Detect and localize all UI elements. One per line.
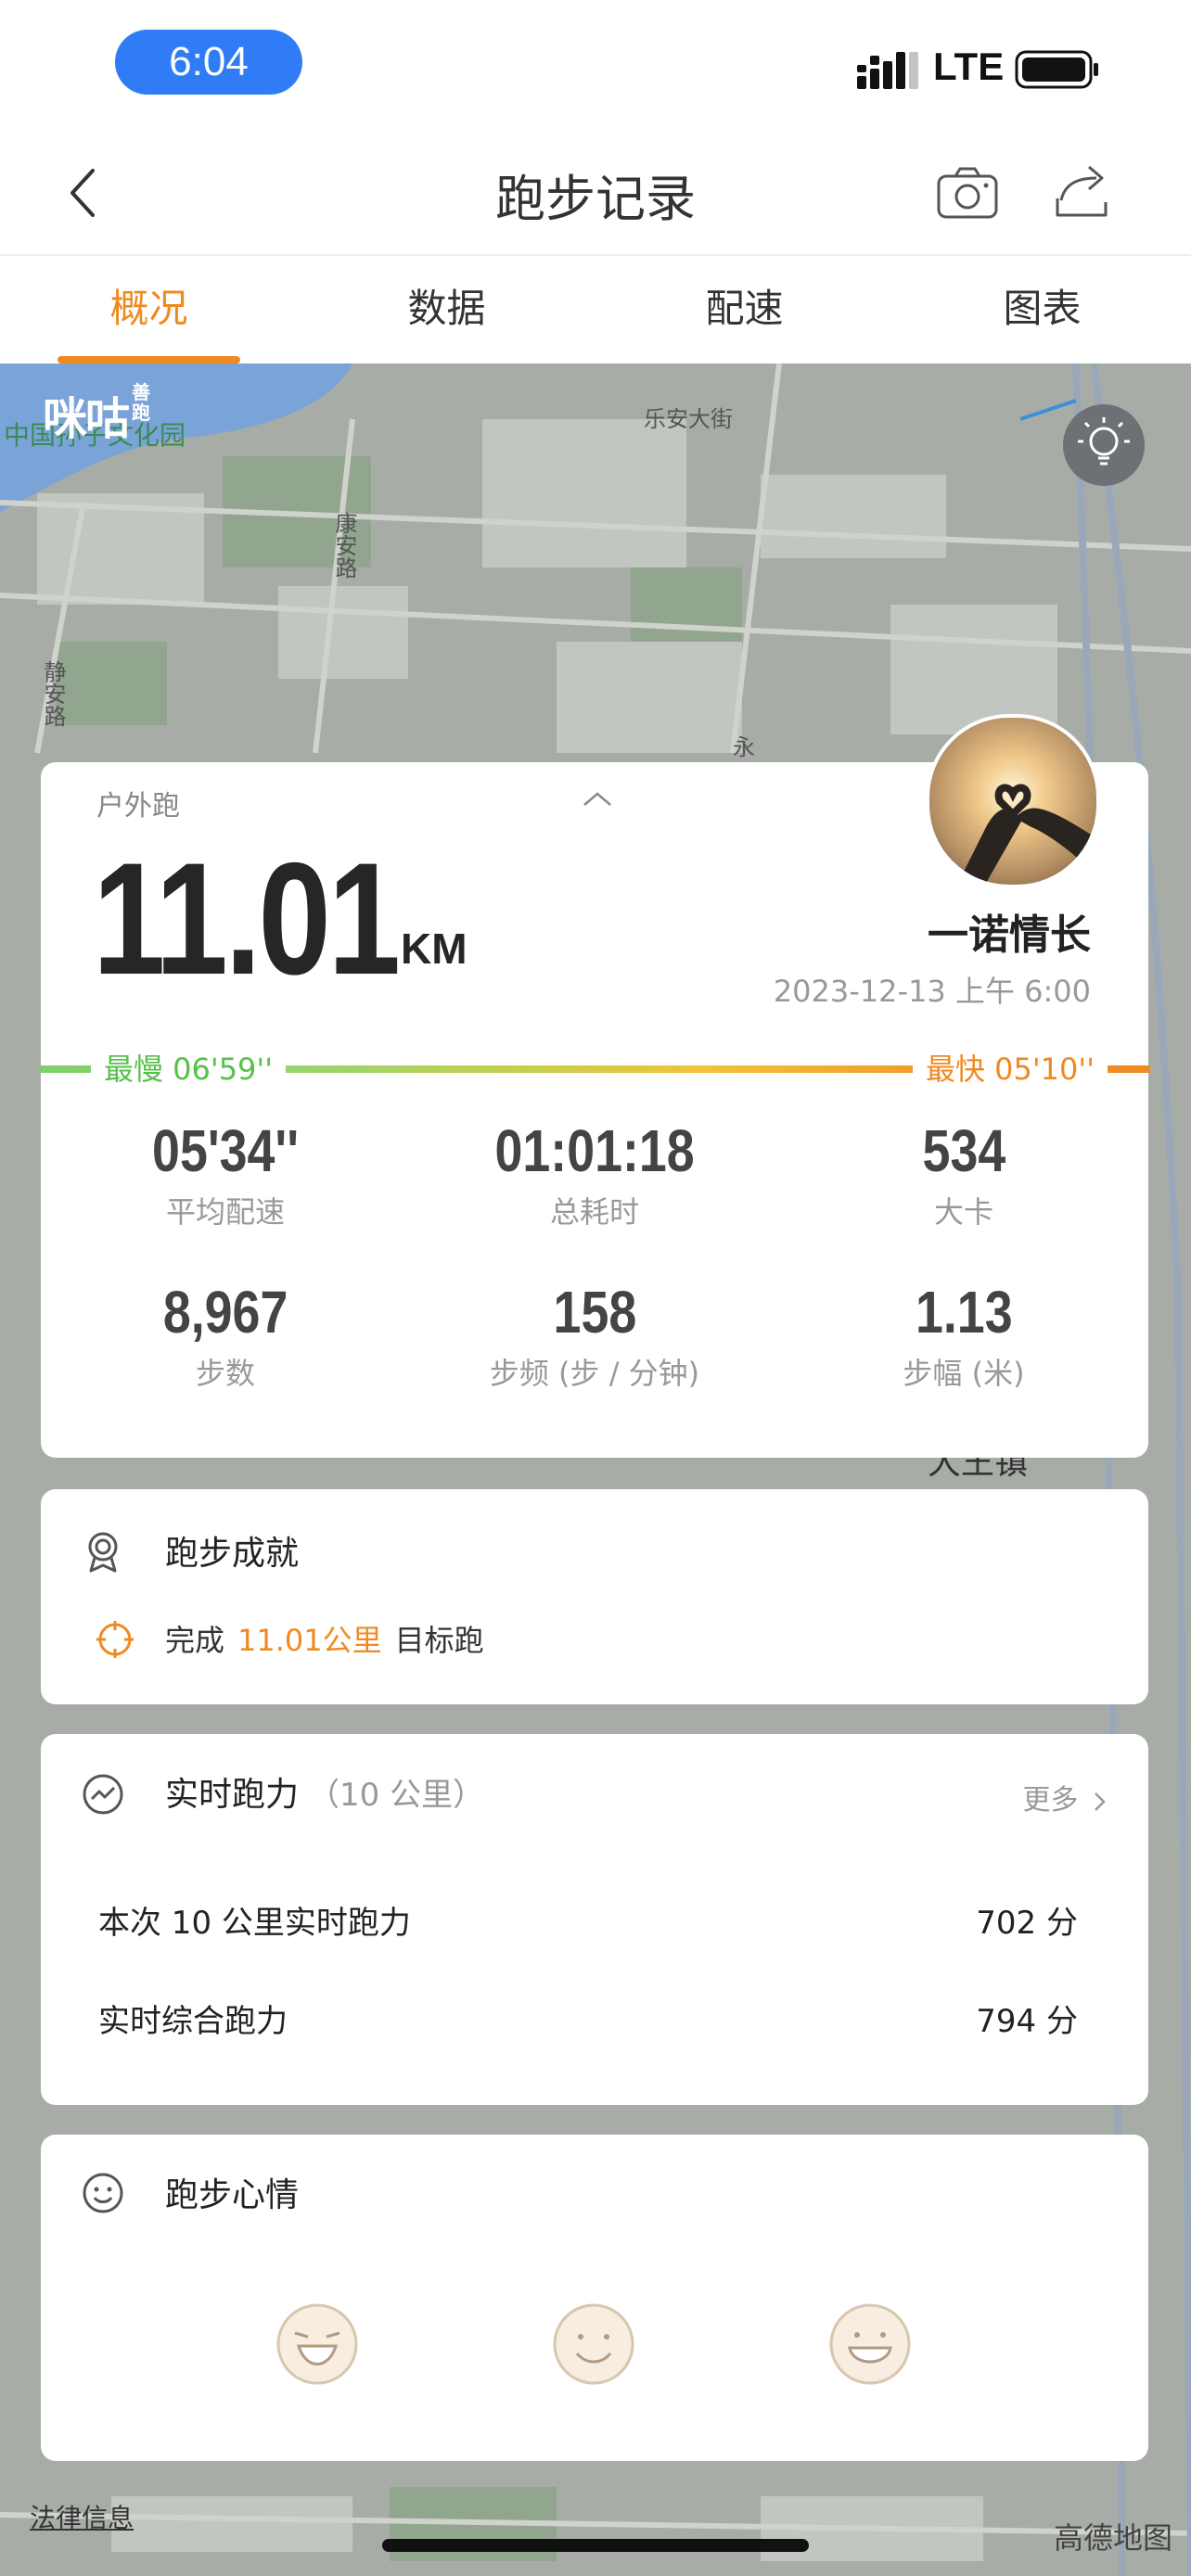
achievement-card[interactable]: 跑步成就 完成 11.01公里 目标跑 [41, 1489, 1148, 1704]
run-datetime: 2023-12-13 上午 6:00 [773, 974, 1091, 1009]
map-provider: 高德地图 [1054, 2520, 1173, 2556]
map-road-label: 乐安大街 [644, 406, 733, 432]
tab-charts[interactable]: 图表 [893, 256, 1191, 363]
medal-icon [88, 1532, 118, 1573]
power-row: 实时综合跑力 794 分 [98, 1996, 1078, 2041]
stat-label: 步数 [195, 1356, 255, 1391]
fastest-pace: 最快 05'10'' [912, 1050, 1108, 1089]
trend-icon [83, 1774, 123, 1815]
tab-pace[interactable]: 配速 [596, 256, 893, 363]
mood-title: 跑步心情 [165, 2176, 300, 2214]
stat-value: 534 [922, 1117, 1005, 1184]
run-type: 户外跑 [96, 790, 180, 823]
power-title: 实时跑力 （10 公里） [165, 1767, 484, 1816]
username: 一诺情长 [928, 912, 1091, 959]
run-summary-card: 户外跑 11.01 KM 一诺情长 2023-12-13 上午 6:00 最慢 … [39, 714, 1150, 1458]
power-subtitle: （10 公里） [308, 1777, 485, 1814]
stat-label: 步频 (步 / 分钟) [489, 1356, 700, 1391]
laughing-emoji-icon[interactable] [275, 2302, 360, 2387]
home-indicator[interactable] [382, 2539, 809, 2552]
migu-logo: 咪咕善跑 [43, 382, 154, 447]
legal-info-link[interactable]: 法律信息 [30, 2498, 134, 2535]
tab-overview[interactable]: 概况 [0, 256, 298, 363]
map-road-label: 静安路 [40, 660, 66, 727]
slowest-pace: 最慢 06'59'' [91, 1050, 287, 1089]
power-row-value: 702 分 [976, 1905, 1078, 1942]
stat-avg-pace: 05'34'' 平均配速 [41, 1116, 410, 1231]
stat-steps: 8,967 步数 [41, 1278, 410, 1393]
battery-icon [1015, 50, 1098, 89]
avatar-image [929, 718, 1096, 885]
status-time: 6:04 [115, 30, 302, 95]
map-road-label: 康安路 [331, 512, 357, 579]
achievement-suffix: 目标跑 [394, 1623, 484, 1658]
achievement-prefix: 完成 [165, 1623, 225, 1658]
network-type: LTE [933, 45, 1005, 88]
stat-value: 01:01:18 [494, 1117, 695, 1184]
distance-value: 11.01 [93, 830, 401, 1008]
smiling-emoji-icon[interactable] [551, 2302, 636, 2387]
more-link[interactable]: 更多 [1022, 1777, 1108, 1817]
share-icon[interactable] [1048, 158, 1113, 223]
stat-label: 大卡 [933, 1194, 993, 1230]
tab-bar: 概况 数据 配速 图表 [0, 256, 1191, 363]
power-title-text: 实时跑力 [165, 1776, 300, 1814]
more-label: 更多 [1022, 1784, 1079, 1817]
nav-bar: 跑步记录 [0, 130, 1191, 256]
avatar[interactable] [926, 714, 1100, 888]
stat-value: 05'34'' [152, 1117, 299, 1184]
map-road-label: 永 [733, 734, 755, 760]
tab-data[interactable]: 数据 [298, 256, 596, 363]
distance-unit: KM [401, 925, 467, 973]
light-toggle-button[interactable] [1063, 404, 1145, 486]
power-row-label: 本次 10 公里实时跑力 [98, 1905, 411, 1942]
grinning-emoji-icon[interactable] [827, 2302, 913, 2387]
logo-subtext: 善跑 [132, 381, 150, 424]
running-mood-card: 跑步心情 [41, 2135, 1148, 2461]
stat-stride: 1.13 步幅 (米) [779, 1278, 1148, 1393]
stat-value: 8,967 [162, 1279, 288, 1345]
achievement-text: 完成 11.01公里 目标跑 [165, 1617, 484, 1660]
stat-label: 平均配速 [165, 1194, 285, 1230]
target-icon [96, 1621, 134, 1658]
stat-total-time: 01:01:18 总耗时 [410, 1116, 779, 1231]
page-title: 跑步记录 [495, 170, 696, 228]
chevron-right-icon [1095, 1792, 1106, 1811]
lightbulb-icon [1078, 417, 1130, 465]
stat-calories: 534 大卡 [779, 1116, 1148, 1231]
camera-icon[interactable] [935, 161, 1000, 223]
stat-cadence: 158 步频 (步 / 分钟) [410, 1278, 779, 1393]
stat-value: 1.13 [915, 1279, 1013, 1345]
stat-label: 总耗时 [549, 1194, 639, 1230]
pace-range-bar: 最慢 06'59'' 最快 05'10'' [39, 1050, 1150, 1089]
stat-label: 步幅 (米) [903, 1356, 1025, 1391]
chevron-up-icon[interactable] [581, 788, 614, 809]
stat-value: 158 [553, 1279, 636, 1345]
achievement-distance: 11.01公里 [237, 1623, 382, 1658]
signal-icon [857, 52, 918, 89]
running-power-card: 实时跑力 （10 公里） 更多 本次 10 公里实时跑力 702 分 实时综合跑力… [41, 1734, 1148, 2105]
smiley-icon [83, 2173, 123, 2213]
power-row-label: 实时综合跑力 [98, 2003, 288, 2040]
power-row: 本次 10 公里实时跑力 702 分 [98, 1897, 1078, 1943]
achievement-title: 跑步成就 [165, 1535, 300, 1573]
logo-text: 咪咕 [43, 393, 130, 445]
status-bar: 6:04 LTE [0, 0, 1191, 130]
power-row-value: 794 分 [976, 2003, 1078, 2040]
